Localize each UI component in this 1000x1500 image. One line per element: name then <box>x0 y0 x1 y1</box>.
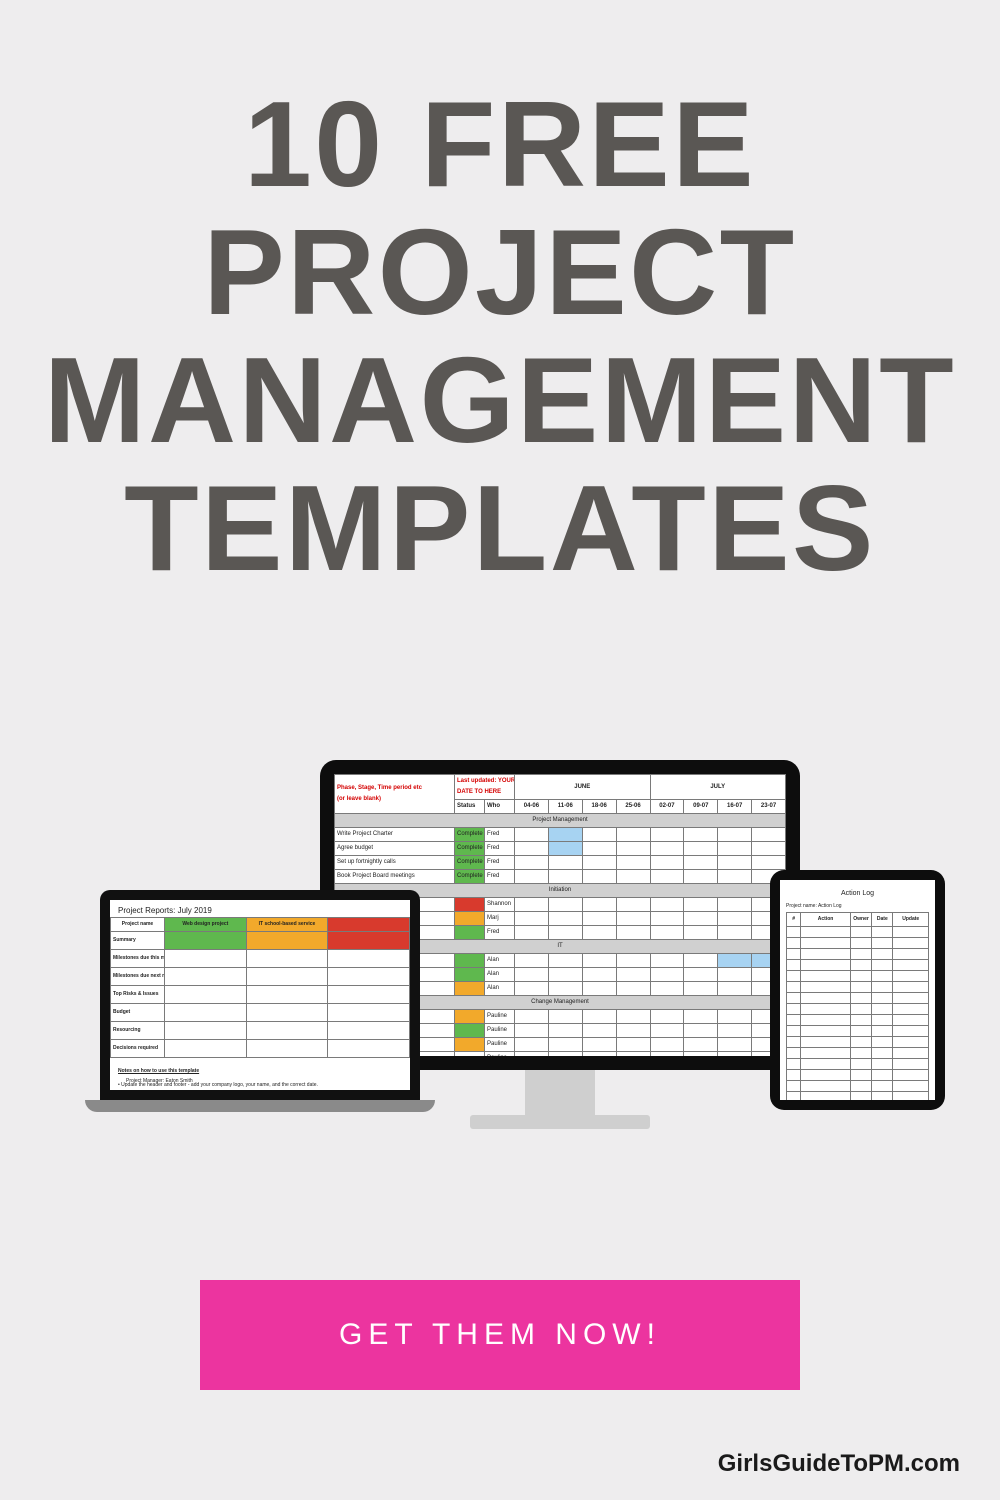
headline: 10 FREE PROJECT MANAGEMENT TEMPLATES <box>0 80 1000 592</box>
action-log-subtitle: Project name: Action Log <box>786 903 929 909</box>
action-log-title: Action Log <box>786 886 929 903</box>
laptop-base <box>85 1100 435 1112</box>
headline-line: MANAGEMENT <box>44 332 956 468</box>
cta-button[interactable]: GET THEM NOW! <box>200 1280 800 1390</box>
headline-line: PROJECT <box>203 204 796 340</box>
tablet-screen: Action Log Project name: Action Log #Act… <box>780 880 935 1100</box>
headline-line: 10 FREE <box>244 76 756 212</box>
report-footer: Project Manager: Eaton Smith <box>118 1074 201 1088</box>
tablet-frame: Action Log Project name: Action Log #Act… <box>770 870 945 1110</box>
laptop-frame: Project Reports: July 2019 Project nameW… <box>100 890 420 1112</box>
site-credit: GirlsGuideToPM.com <box>718 1450 960 1478</box>
report-title: Project Reports: July 2019 <box>110 900 410 917</box>
monitor-base <box>470 1115 650 1129</box>
monitor-stand <box>525 1070 595 1120</box>
action-log-sheet: #ActionOwnerDateUpdate <box>786 912 929 1100</box>
device-mockups: Phase, Stage, Time period etc(or leave b… <box>0 760 1000 1180</box>
report-sheet: Project nameWeb design projectIT school-… <box>110 917 410 1058</box>
laptop-screen: Project Reports: July 2019 Project nameW… <box>110 900 410 1090</box>
headline-line: TEMPLATES <box>124 460 876 596</box>
